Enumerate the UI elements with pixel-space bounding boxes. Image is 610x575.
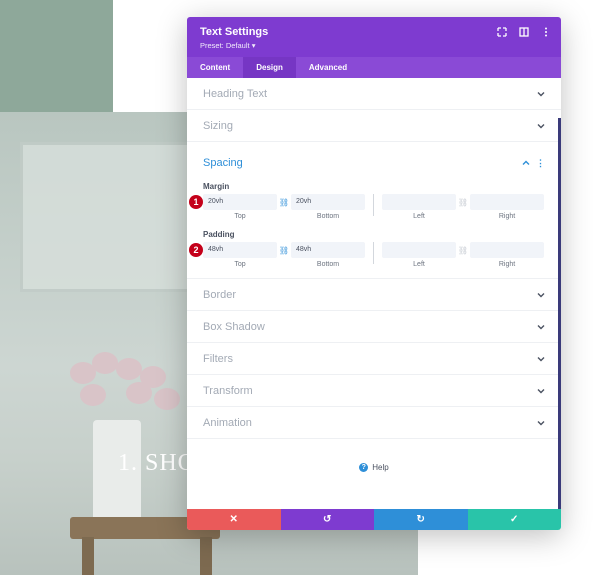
- undo-button[interactable]: ↺: [280, 509, 374, 530]
- modal-title: Text Settings: [200, 26, 269, 38]
- chevron-down-icon: [537, 419, 545, 427]
- chevron-up-icon[interactable]: [522, 159, 530, 167]
- margin-left-input[interactable]: [382, 194, 456, 210]
- modal-header: Text Settings Preset: Default ▾: [187, 17, 561, 57]
- margin-label: Margin: [203, 182, 230, 191]
- stool-leg: [82, 537, 94, 575]
- chevron-down-icon: [537, 323, 545, 331]
- section-label: Filters: [203, 352, 233, 365]
- field-caption: Top: [234, 261, 246, 268]
- field-caption: Bottom: [316, 261, 340, 268]
- section-sizing[interactable]: Sizing: [187, 110, 561, 142]
- stool-leg: [200, 537, 212, 575]
- redo-button[interactable]: ↻: [374, 509, 468, 530]
- link-icon[interactable]: ⛓: [456, 242, 470, 258]
- save-button[interactable]: ✓: [467, 509, 561, 530]
- more-options-icon[interactable]: [541, 27, 551, 37]
- split-view-icon[interactable]: [519, 27, 529, 37]
- section-filters[interactable]: Filters: [187, 343, 561, 375]
- text-settings-modal: Text Settings Preset: Default ▾ Content …: [187, 17, 561, 530]
- field-caption: Right: [498, 261, 516, 268]
- check-icon: ✓: [510, 514, 519, 525]
- field-caption: Top: [234, 213, 246, 220]
- margin-bottom-input[interactable]: 20vh: [291, 194, 365, 210]
- section-label: Box Shadow: [203, 320, 265, 333]
- help-link[interactable]: ? Help: [187, 463, 561, 472]
- padding-top-input[interactable]: 48vh: [203, 242, 277, 258]
- step-badge: 1: [189, 195, 203, 209]
- header-icons: [497, 27, 551, 37]
- section-box-shadow[interactable]: Box Shadow: [187, 311, 561, 343]
- divider: [373, 242, 374, 264]
- padding-left-input[interactable]: [382, 242, 456, 258]
- padding-right-input[interactable]: [470, 242, 544, 258]
- step-badge: 2: [189, 243, 203, 257]
- chevron-down-icon: [537, 122, 545, 130]
- close-icon: ✕: [229, 514, 238, 525]
- link-icon[interactable]: ⛓: [277, 242, 291, 258]
- link-icon[interactable]: ⛓: [456, 194, 470, 210]
- spacing-header[interactable]: Spacing ⋮: [203, 150, 545, 176]
- hero-heading: 1. SHO: [118, 450, 197, 476]
- modal-footer: ✕ ↺ ↻ ✓: [187, 509, 561, 530]
- margin-right-input[interactable]: [470, 194, 544, 210]
- field-caption: Left: [413, 261, 425, 268]
- padding-row: 2 48vh Top ⛓ 48vh Bottom Left ⛓ Right: [189, 242, 545, 268]
- scrollbar[interactable]: [558, 118, 561, 509]
- tab-content[interactable]: Content: [187, 57, 243, 78]
- window-shape: [20, 142, 200, 292]
- section-label: Animation: [203, 416, 252, 429]
- padding-label: Padding: [203, 230, 235, 239]
- field-caption: Left: [413, 213, 425, 220]
- section-animation[interactable]: Animation: [187, 407, 561, 439]
- tab-design[interactable]: Design: [243, 57, 296, 78]
- divider: [373, 194, 374, 216]
- section-transform[interactable]: Transform: [187, 375, 561, 407]
- chevron-down-icon: [537, 291, 545, 299]
- section-label: Sizing: [203, 119, 233, 132]
- section-heading-text[interactable]: Heading Text: [187, 78, 561, 110]
- help-icon: ?: [359, 463, 369, 472]
- settings-tabs: Content Design Advanced: [187, 57, 561, 78]
- chevron-down-icon: [537, 90, 545, 98]
- tab-advanced[interactable]: Advanced: [296, 57, 360, 78]
- preset-dropdown[interactable]: Preset: Default ▾: [200, 41, 548, 50]
- chevron-down-icon: [537, 387, 545, 395]
- section-label: Heading Text: [203, 87, 268, 100]
- field-caption: Right: [498, 213, 516, 220]
- sage-block: [0, 0, 113, 112]
- section-label: Border: [203, 288, 237, 301]
- margin-top-input[interactable]: 20vh: [203, 194, 277, 210]
- section-border[interactable]: Border: [187, 279, 561, 311]
- cancel-button[interactable]: ✕: [187, 509, 281, 530]
- link-icon[interactable]: ⛓: [277, 194, 291, 210]
- field-caption: Bottom: [316, 213, 340, 220]
- settings-body: Heading Text Sizing Spacing ⋮ Margin 1 2…: [187, 78, 561, 509]
- padding-bottom-input[interactable]: 48vh: [291, 242, 365, 258]
- help-label: Help: [372, 463, 389, 472]
- fullscreen-icon[interactable]: [497, 27, 507, 37]
- section-label: Transform: [203, 384, 253, 397]
- section-spacing: Spacing ⋮ Margin 1 20vh Top ⛓ 20vh Botto…: [187, 142, 561, 279]
- margin-row: 1 20vh Top ⛓ 20vh Bottom Left ⛓ Right: [189, 194, 545, 220]
- redo-icon: ↻: [416, 514, 425, 525]
- chevron-down-icon: [537, 355, 545, 363]
- undo-icon: ↺: [323, 514, 332, 525]
- section-label: Spacing: [203, 157, 243, 169]
- more-options-icon[interactable]: ⋮: [536, 158, 545, 169]
